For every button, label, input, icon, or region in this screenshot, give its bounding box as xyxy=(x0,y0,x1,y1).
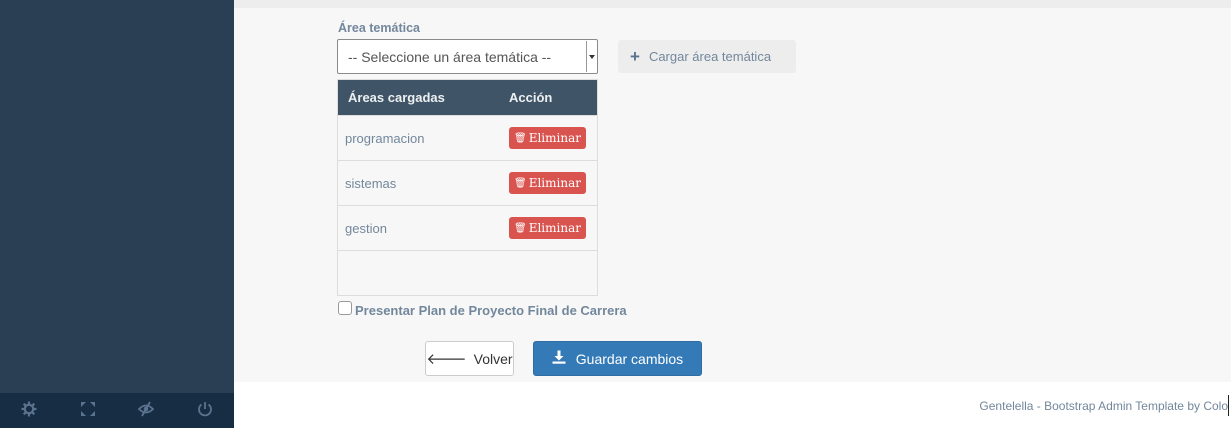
plus-icon: + xyxy=(630,47,640,66)
delete-button[interactable]: 🗑 Eliminar xyxy=(509,127,586,149)
table-row: gestion 🗑 Eliminar xyxy=(338,205,597,250)
table-row: programacion 🗑 Eliminar xyxy=(338,115,597,160)
sidebar xyxy=(0,0,234,428)
delete-label: Eliminar xyxy=(528,221,581,235)
final-project-checkbox[interactable] xyxy=(338,300,352,315)
trash-icon: 🗑 xyxy=(514,177,527,189)
final-project-checkbox-label[interactable]: Presentar Plan de Proyecto Final de Carr… xyxy=(355,303,627,318)
table-header: Áreas cargadas Acción xyxy=(338,80,597,115)
table-empty-row xyxy=(338,250,597,295)
final-project-checkbox-row: Presentar Plan de Proyecto Final de Carr… xyxy=(338,297,627,318)
text-cursor xyxy=(1228,395,1229,416)
delete-label: Eliminar xyxy=(528,176,581,190)
sidebar-footer xyxy=(0,393,234,428)
areas-table: Áreas cargadas Acción programacion 🗑 Elim… xyxy=(337,79,598,296)
back-button[interactable]: 🡐 Volver xyxy=(425,341,514,376)
trash-icon: 🗑 xyxy=(514,132,527,144)
logout-button[interactable] xyxy=(176,393,235,428)
chevron-down-icon xyxy=(586,41,596,72)
table-row: sistemas 🗑 Eliminar xyxy=(338,160,597,205)
settings-icon xyxy=(21,401,37,420)
area-name: programacion xyxy=(345,130,425,146)
fullscreen-button[interactable] xyxy=(59,393,118,428)
power-icon xyxy=(197,401,213,420)
area-name: gestion xyxy=(345,220,387,236)
settings-button[interactable] xyxy=(0,393,59,428)
trash-icon: 🗑 xyxy=(514,222,527,234)
load-area-button[interactable]: + Cargar área temática xyxy=(618,40,796,73)
load-area-label: Cargar área temática xyxy=(648,49,772,64)
delete-button[interactable]: 🗑 Eliminar xyxy=(509,172,586,194)
footer-credit: Gentelella - Bootstrap Admin Template by… xyxy=(979,399,1228,413)
back-button-label: Volver xyxy=(473,350,513,367)
download-icon xyxy=(552,350,576,367)
save-button-label: Guardar cambios xyxy=(575,350,684,367)
delete-button[interactable]: 🗑 Eliminar xyxy=(509,217,586,239)
area-select-value: -- Seleccione un área temática -- xyxy=(348,48,552,65)
arrow-left-icon: 🡐 xyxy=(426,351,467,368)
delete-label: Eliminar xyxy=(528,131,581,145)
eye-slash-icon xyxy=(137,401,155,420)
area-select[interactable]: -- Seleccione un área temática -- xyxy=(337,39,598,74)
column-header-action: Acción xyxy=(509,90,553,105)
top-strip xyxy=(234,0,1231,8)
lock-button[interactable] xyxy=(117,393,176,428)
area-name: sistemas xyxy=(345,175,397,191)
fullscreen-icon xyxy=(80,401,96,420)
area-field-label: Área temática xyxy=(338,21,420,35)
column-header-areas: Áreas cargadas xyxy=(348,90,445,105)
save-button[interactable]: Guardar cambios xyxy=(533,341,702,376)
